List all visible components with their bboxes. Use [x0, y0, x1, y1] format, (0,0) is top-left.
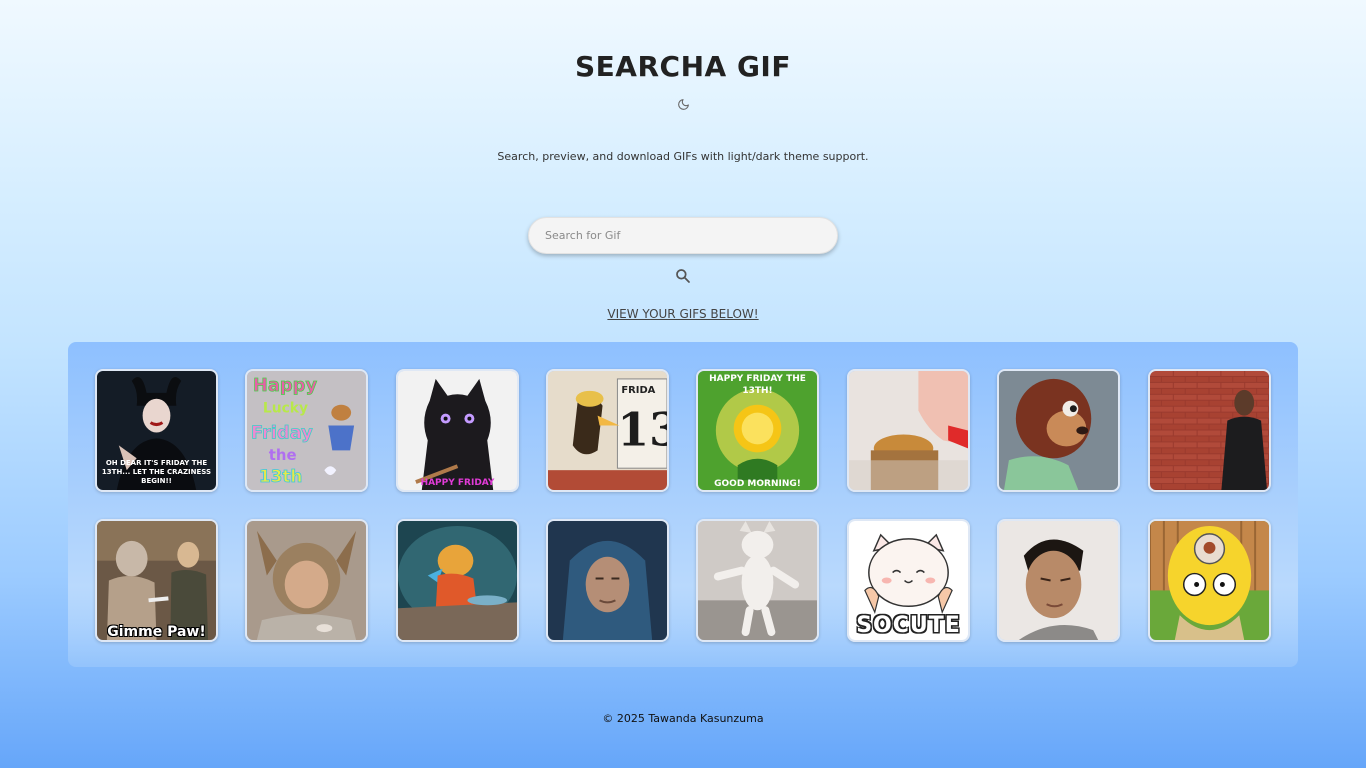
- gif-card-meme-face[interactable]: [997, 519, 1120, 642]
- svg-text:13: 13: [617, 402, 667, 456]
- svg-text:Happy: Happy: [253, 375, 318, 396]
- gif-gallery: OH DEAR IT'S FRIDAY THE 13TH... LET THE …: [68, 342, 1298, 667]
- page-title: SEARCHA GIF: [575, 50, 791, 83]
- svg-text:FRIDA: FRIDA: [621, 385, 655, 396]
- gif-card-furry-costume[interactable]: [245, 519, 368, 642]
- gif-caption: SOCUTE: [856, 613, 961, 638]
- view-gifs-link[interactable]: VIEW YOUR GIFS BELOW!: [607, 307, 758, 321]
- search-input[interactable]: [528, 217, 838, 254]
- gif-card-dancing-cat[interactable]: [696, 519, 819, 642]
- gif-card-homer-simpson[interactable]: [1148, 519, 1271, 642]
- view-gifs-link-row: VIEW YOUR GIFS BELOW!: [0, 307, 1366, 321]
- gif-card-cartoon-calendar[interactable]: FRIDA 13: [546, 369, 669, 492]
- gif-caption: Gimme Paw!: [107, 624, 206, 640]
- gif-card-maleficent[interactable]: OH DEAR IT'S FRIDAY THE 13TH... LET THE …: [95, 369, 218, 492]
- gif-caption-top: HAPPY FRIDAY THE 13TH!: [709, 374, 806, 396]
- moon-icon[interactable]: [675, 96, 691, 112]
- gif-card-brick-wall[interactable]: [1148, 369, 1271, 492]
- gif-card-socute[interactable]: SOCUTE: [847, 519, 970, 642]
- gif-card-happy-lucky-friday[interactable]: Happy Lucky Friday the 13th: [245, 369, 368, 492]
- svg-text:13th: 13th: [259, 466, 302, 486]
- gif-caption-bottom: GOOD MORNING!: [714, 479, 801, 489]
- gif-card-black-cat[interactable]: HAPPY FRIDAY: [396, 369, 519, 492]
- gif-card-sun-friday[interactable]: HAPPY FRIDAY THE 13TH! GOOD MORNING!: [696, 369, 819, 492]
- gif-card-hooded-man[interactable]: [546, 519, 669, 642]
- page-subtitle: Search, preview, and download GIFs with …: [497, 150, 869, 163]
- gif-card-cat-cupcake[interactable]: [847, 369, 970, 492]
- gif-caption: HAPPY FRIDAY: [420, 478, 495, 488]
- gif-card-monkey-puppet[interactable]: [997, 369, 1120, 492]
- gif-caption: OH DEAR IT'S FRIDAY THE 13TH... LET THE …: [101, 459, 212, 485]
- svg-text:Friday: Friday: [251, 422, 313, 443]
- gif-card-gimme-paw[interactable]: Gimme Paw!: [95, 519, 218, 642]
- search-icon[interactable]: [673, 266, 693, 286]
- gif-card-winnie-the-pooh[interactable]: [396, 519, 519, 642]
- footer-copyright: © 2025 Tawanda Kasunzuma: [602, 712, 764, 725]
- svg-text:the: the: [269, 446, 297, 464]
- svg-text:Lucky: Lucky: [263, 401, 308, 417]
